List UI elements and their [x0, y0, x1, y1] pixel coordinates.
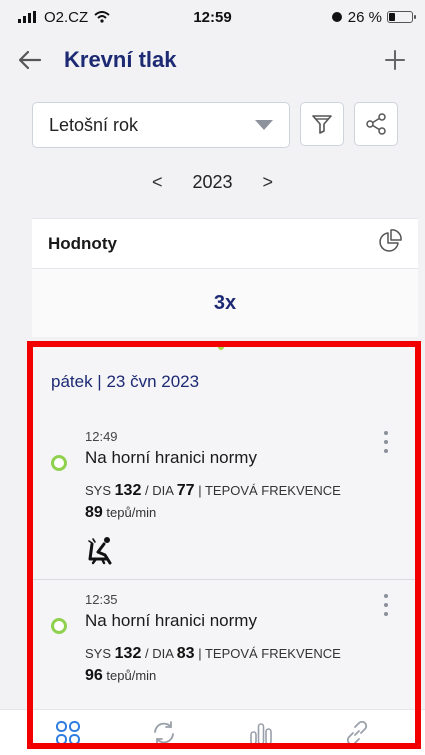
sys-value: 132: [114, 482, 142, 499]
dia-label: / DIA: [144, 646, 174, 662]
pulse-unit: tepů/min: [106, 667, 157, 683]
bar-chart-icon[interactable]: [241, 713, 281, 753]
values-count: 3x: [32, 269, 418, 337]
status-indicator-icon: [51, 618, 67, 635]
entry-metrics: SYS 132 / DIA 77 | TEPOVÁ FREKVENCE 89 t…: [85, 480, 397, 523]
entry-status: Na horní hranici normy: [85, 448, 257, 467]
back-arrow-icon[interactable]: [16, 46, 44, 74]
plus-icon[interactable]: [381, 46, 409, 74]
signal-icon: [18, 11, 36, 23]
period-select[interactable]: Letošní rok: [32, 102, 290, 148]
pulse-label: | TEPOVÁ FREKVENCE: [198, 483, 341, 498]
year-navigator: < 2023 >: [0, 172, 425, 193]
reclining-chair-icon: [85, 535, 117, 567]
dia-label: / DIA: [144, 483, 174, 498]
list-item[interactable]: 12:49 Na horní hranici normy SYS 132 / D…: [33, 417, 415, 579]
page-title: Krevní tlak: [64, 47, 177, 72]
dia-value: 77: [176, 482, 195, 499]
app-header: Krevní tlak: [0, 36, 425, 84]
filter-button[interactable]: [300, 102, 344, 146]
grid-icon[interactable]: [48, 713, 88, 753]
more-menu-icon[interactable]: [383, 431, 389, 453]
period-select-value: Letošní rok: [49, 114, 139, 135]
link-icon[interactable]: [337, 713, 377, 753]
carrier: O2.CZ: [44, 8, 89, 26]
battery-percent: 26 %: [347, 8, 382, 26]
battery-icon: [387, 11, 416, 23]
pulse-unit: tepů/min: [106, 504, 157, 520]
sync-icon[interactable]: [144, 713, 184, 753]
sys-value: 132: [114, 645, 142, 663]
entry-time: 12:35: [85, 592, 118, 608]
prev-year-button[interactable]: <: [152, 172, 163, 193]
year-label: 2023: [192, 172, 233, 192]
chevron-down-icon: [255, 120, 273, 130]
pulse-label: | TEPOVÁ FREKVENCE: [198, 646, 341, 662]
sys-label: SYS: [85, 483, 112, 498]
more-menu-icon[interactable]: [383, 594, 389, 617]
filter-row: Letošní rok: [32, 102, 400, 150]
filter-icon: [312, 115, 332, 134]
pulse-value: 96: [85, 666, 103, 684]
entry-metrics: SYS 132 / DIA 83 | TEPOVÁ FREKVENCE 96 t…: [85, 643, 397, 686]
sys-label: SYS: [85, 646, 112, 662]
values-title: Hodnoty: [48, 233, 117, 253]
alarm-icon: [331, 12, 342, 22]
share-button[interactable]: [354, 102, 398, 146]
day-header: pátek | 23 čvn 2023: [51, 372, 200, 391]
pulse-value: 89: [85, 503, 103, 521]
bottom-tab-bar: [0, 709, 425, 755]
status-bar: O2.CZ 12:59 26 %: [0, 0, 425, 34]
status-indicator-icon: [51, 455, 67, 471]
wifi-icon: [94, 11, 110, 23]
dia-value: 83: [176, 645, 195, 663]
pie-chart-icon[interactable]: [378, 229, 402, 258]
share-icon: [366, 113, 386, 135]
list-item[interactable]: 12:35 Na horní hranici normy SYS 132 / D…: [33, 579, 415, 698]
next-year-button[interactable]: >: [263, 172, 274, 193]
measurement-list: pátek | 23 čvn 2023 12:49 Na horní hrani…: [33, 347, 415, 709]
entry-time: 12:49: [85, 429, 118, 444]
entry-status: Na horní hranici normy: [85, 611, 257, 631]
separator-dot: [218, 344, 224, 350]
values-card: Hodnoty 3x: [32, 218, 418, 337]
